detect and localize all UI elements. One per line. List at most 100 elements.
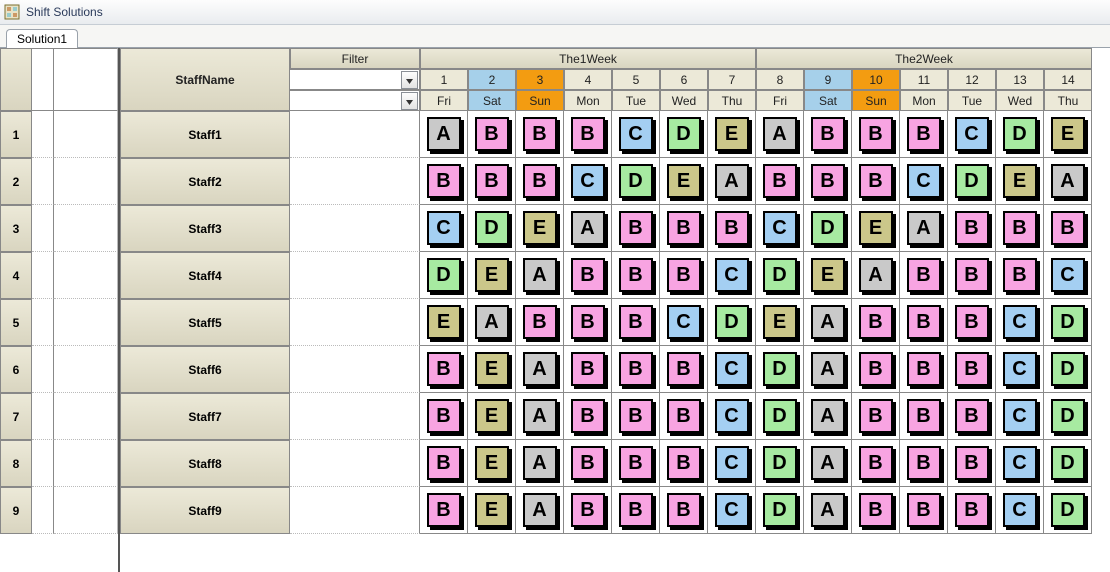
shift-cell[interactable]: B xyxy=(564,111,612,158)
shift-tile-B[interactable]: B xyxy=(955,399,989,433)
shift-tile-B[interactable]: B xyxy=(859,446,893,480)
shift-tile-C[interactable]: C xyxy=(715,258,749,292)
shift-tile-E[interactable]: E xyxy=(475,352,509,386)
filter-dropdown-1[interactable] xyxy=(290,69,420,90)
shift-tile-D[interactable]: D xyxy=(1051,446,1085,480)
shift-cell[interactable]: C xyxy=(660,299,708,346)
shift-cell[interactable]: E xyxy=(468,440,516,487)
shift-cell[interactable]: D xyxy=(756,440,804,487)
shift-tile-A[interactable]: A xyxy=(571,211,605,245)
shift-tile-C[interactable]: C xyxy=(907,164,941,198)
shift-cell[interactable]: B xyxy=(564,299,612,346)
shift-tile-A[interactable]: A xyxy=(523,446,557,480)
dow-header-11[interactable]: Mon xyxy=(900,90,948,111)
shift-tile-D[interactable]: D xyxy=(763,352,797,386)
staffname-cell-1[interactable]: Staff1 xyxy=(120,111,290,158)
shift-cell[interactable]: B xyxy=(996,205,1044,252)
shift-cell[interactable]: C xyxy=(708,346,756,393)
shift-cell[interactable]: B xyxy=(900,299,948,346)
shift-tile-A[interactable]: A xyxy=(523,352,557,386)
shift-tile-E[interactable]: E xyxy=(1003,164,1037,198)
shift-cell[interactable]: A xyxy=(804,346,852,393)
shift-tile-B[interactable]: B xyxy=(763,164,797,198)
shift-cell[interactable]: E xyxy=(420,299,468,346)
shift-cell[interactable]: A xyxy=(708,158,756,205)
shift-cell[interactable]: B xyxy=(660,440,708,487)
shift-tile-D[interactable]: D xyxy=(763,493,797,527)
shift-cell[interactable]: B xyxy=(420,346,468,393)
shift-tile-E[interactable]: E xyxy=(427,305,461,339)
shift-cell[interactable]: B xyxy=(612,205,660,252)
shift-tile-D[interactable]: D xyxy=(763,399,797,433)
row-number-2[interactable]: 2 xyxy=(0,158,32,205)
shift-tile-B[interactable]: B xyxy=(907,399,941,433)
shift-tile-B[interactable]: B xyxy=(907,352,941,386)
shift-cell[interactable]: A xyxy=(516,393,564,440)
day-header-5[interactable]: 5 xyxy=(612,69,660,90)
shift-cell[interactable]: A xyxy=(804,487,852,534)
shift-tile-B[interactable]: B xyxy=(907,446,941,480)
shift-tile-B[interactable]: B xyxy=(907,305,941,339)
shift-tile-B[interactable]: B xyxy=(907,258,941,292)
dow-header-4[interactable]: Mon xyxy=(564,90,612,111)
shift-cell[interactable]: B xyxy=(948,346,996,393)
shift-cell[interactable]: D xyxy=(1044,299,1092,346)
shift-tile-B[interactable]: B xyxy=(571,352,605,386)
shift-cell[interactable]: B xyxy=(612,299,660,346)
shift-cell[interactable]: A xyxy=(516,252,564,299)
shift-cell[interactable]: B xyxy=(852,393,900,440)
shift-cell[interactable]: B xyxy=(420,440,468,487)
dow-header-7[interactable]: Thu xyxy=(708,90,756,111)
dow-header-8[interactable]: Fri xyxy=(756,90,804,111)
shift-cell[interactable]: E xyxy=(516,205,564,252)
shift-tile-C[interactable]: C xyxy=(1003,352,1037,386)
shift-cell[interactable]: A xyxy=(516,346,564,393)
shift-tile-B[interactable]: B xyxy=(571,493,605,527)
shift-tile-C[interactable]: C xyxy=(1051,258,1085,292)
shift-cell[interactable]: C xyxy=(708,252,756,299)
dow-header-12[interactable]: Tue xyxy=(948,90,996,111)
shift-tile-B[interactable]: B xyxy=(667,446,701,480)
shift-tile-B[interactable]: B xyxy=(955,305,989,339)
shift-tile-A[interactable]: A xyxy=(811,493,845,527)
shift-tile-C[interactable]: C xyxy=(715,446,749,480)
shift-tile-D[interactable]: D xyxy=(1051,493,1085,527)
shift-cell[interactable]: D xyxy=(804,205,852,252)
shift-cell[interactable]: E xyxy=(468,393,516,440)
day-header-6[interactable]: 6 xyxy=(660,69,708,90)
shift-cell[interactable]: D xyxy=(996,111,1044,158)
shift-tile-E[interactable]: E xyxy=(715,117,749,151)
shift-tile-A[interactable]: A xyxy=(811,305,845,339)
shift-tile-B[interactable]: B xyxy=(667,399,701,433)
shift-cell[interactable]: D xyxy=(1044,487,1092,534)
shift-tile-A[interactable]: A xyxy=(715,164,749,198)
shift-cell[interactable]: B xyxy=(804,111,852,158)
staffname-cell-7[interactable]: Staff7 xyxy=(120,393,290,440)
day-header-11[interactable]: 11 xyxy=(900,69,948,90)
dow-header-9[interactable]: Sat xyxy=(804,90,852,111)
shift-cell[interactable]: B xyxy=(852,440,900,487)
shift-cell[interactable]: B xyxy=(564,393,612,440)
day-header-7[interactable]: 7 xyxy=(708,69,756,90)
shift-tile-A[interactable]: A xyxy=(1051,164,1085,198)
shift-cell[interactable]: B xyxy=(900,252,948,299)
shift-tile-A[interactable]: A xyxy=(859,258,893,292)
shift-tile-B[interactable]: B xyxy=(571,117,605,151)
shift-cell[interactable]: B xyxy=(900,487,948,534)
shift-cell[interactable]: B xyxy=(900,440,948,487)
shift-tile-D[interactable]: D xyxy=(1051,305,1085,339)
shift-cell[interactable]: E xyxy=(468,346,516,393)
shift-tile-B[interactable]: B xyxy=(859,305,893,339)
shift-tile-C[interactable]: C xyxy=(1003,446,1037,480)
staffname-header[interactable]: StaffName xyxy=(120,48,290,111)
shift-cell[interactable]: C xyxy=(900,158,948,205)
shift-tile-C[interactable]: C xyxy=(1003,493,1037,527)
shift-tile-B[interactable]: B xyxy=(811,164,845,198)
shift-tile-B[interactable]: B xyxy=(427,164,461,198)
shift-tile-B[interactable]: B xyxy=(1051,211,1085,245)
shift-cell[interactable]: D xyxy=(708,299,756,346)
day-header-2[interactable]: 2 xyxy=(468,69,516,90)
shift-tile-B[interactable]: B xyxy=(955,211,989,245)
shift-cell[interactable]: D xyxy=(1044,393,1092,440)
shift-cell[interactable]: A xyxy=(900,205,948,252)
